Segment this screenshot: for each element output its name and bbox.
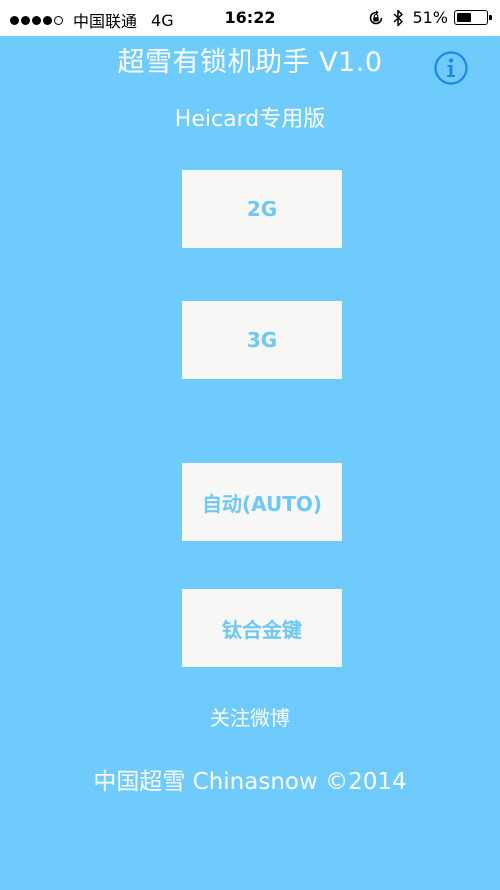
status-bar: 中国联通 4G 16:22 51% [0, 0, 500, 36]
info-icon[interactable] [433, 50, 469, 86]
follow-weibo-link[interactable]: 关注微博 [0, 702, 500, 731]
battery-icon [454, 10, 492, 25]
mode-3g-button[interactable]: 3G [182, 301, 342, 379]
bluetooth-icon [393, 9, 404, 26]
status-right: 51% [368, 8, 492, 27]
edition-subtitle: Heicard专用版 [174, 107, 326, 132]
mode-auto-button[interactable]: 自动(AUTO) [182, 463, 342, 541]
battery-level-fill [457, 13, 471, 22]
app-title: 超雪有锁机助手 V1.0 [117, 47, 383, 78]
copyright-footer: 中国超雪 Chinasnow ©2014 [93, 769, 407, 795]
mode-2g-button[interactable]: 2G [182, 170, 342, 248]
rotation-lock-icon [370, 10, 383, 24]
titanium-key-button[interactable]: 钛合金键 [182, 589, 342, 667]
battery-percent: 51% [412, 8, 448, 27]
